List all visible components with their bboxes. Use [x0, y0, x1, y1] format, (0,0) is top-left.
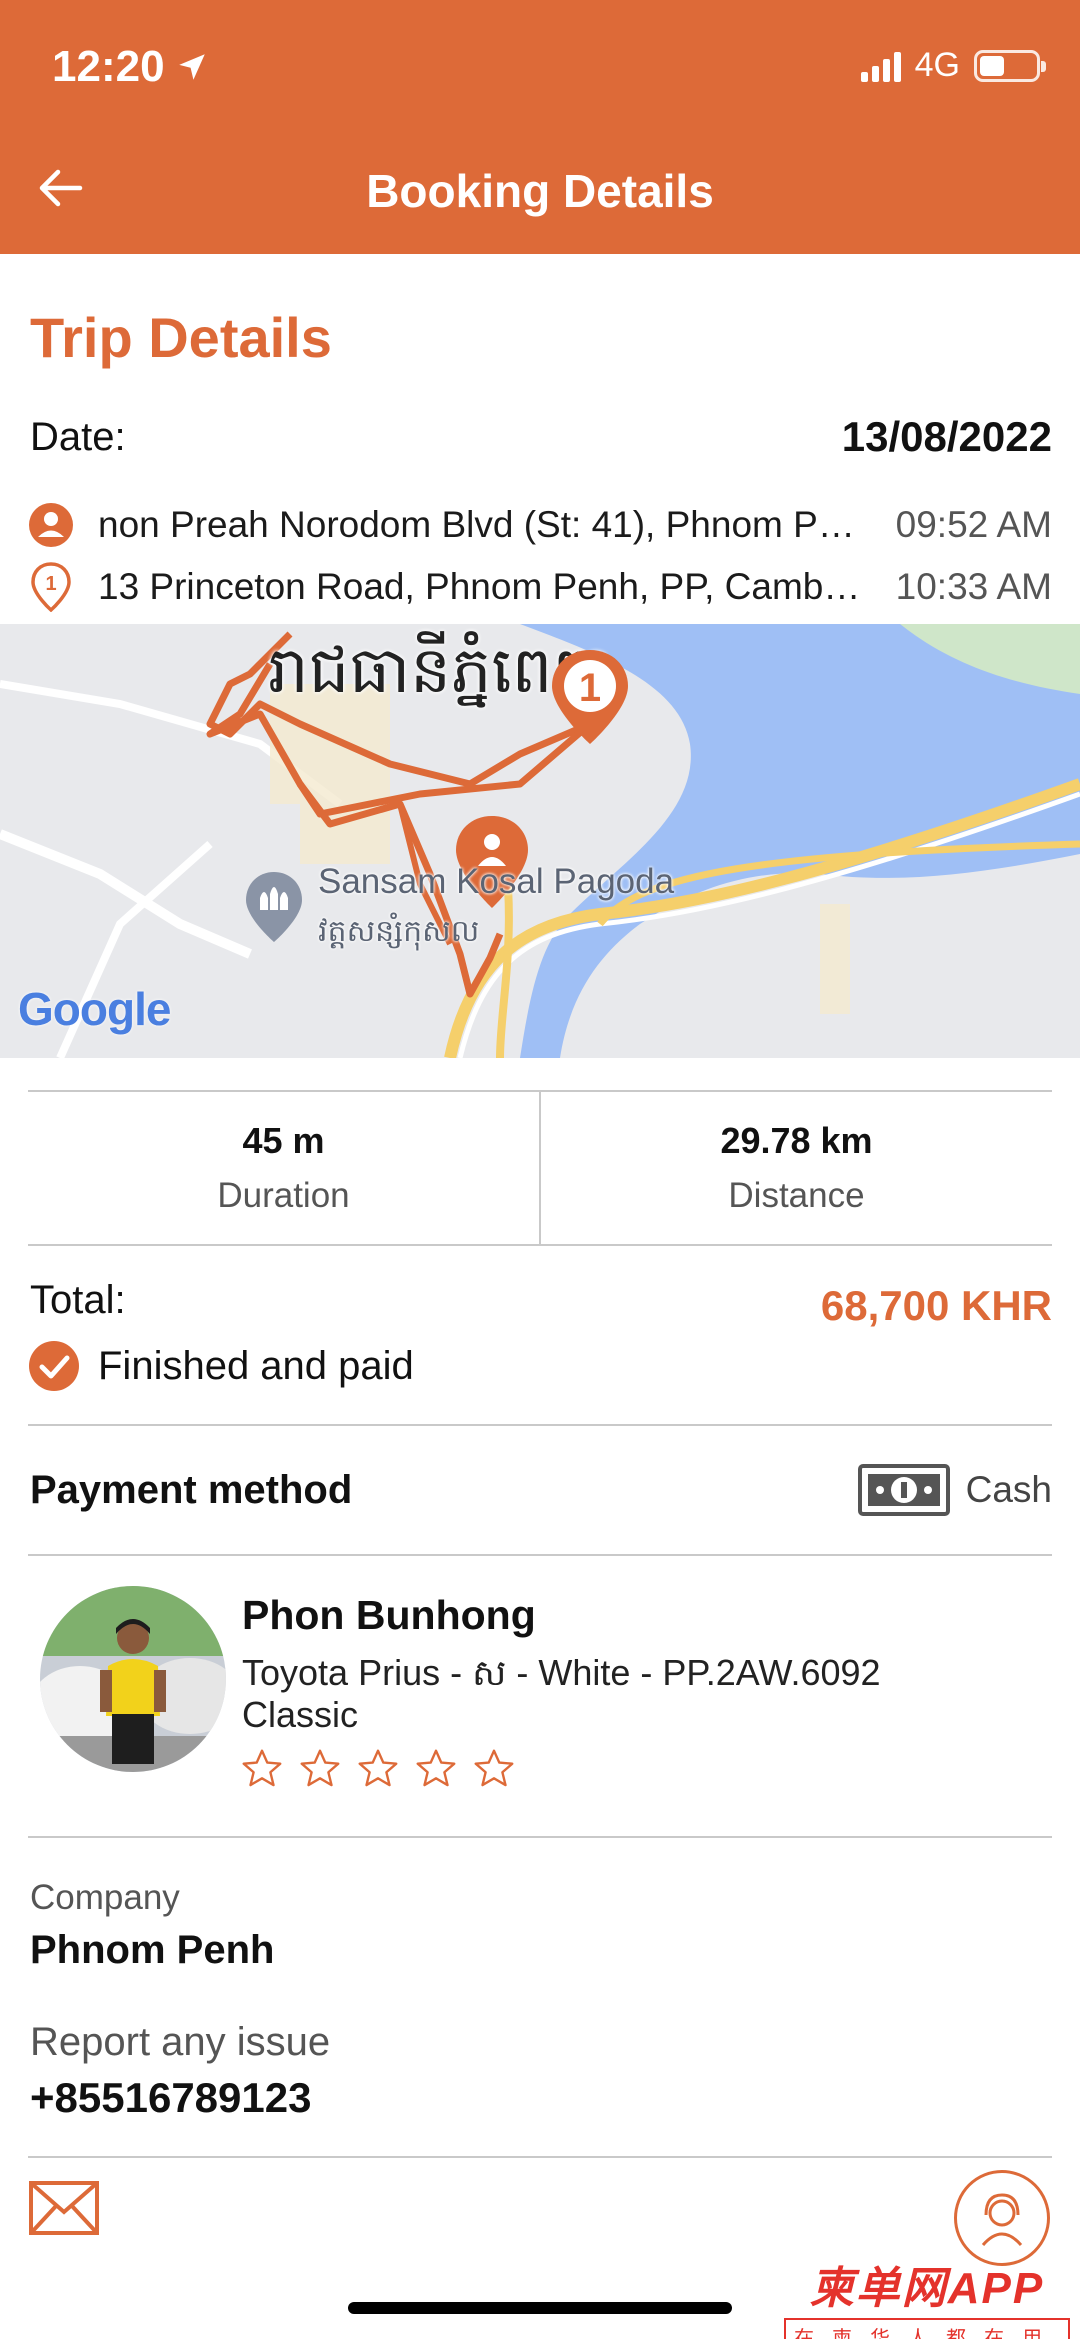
pickup-time: 09:52 AM [895, 504, 1052, 545]
payment-method-value: Cash [965, 1469, 1052, 1510]
dropoff-address: 13 Princeton Road, Phnom Penh, PP, Cambo… [98, 566, 866, 607]
watermark-sub: 在柬华人都在用 [784, 2318, 1070, 2339]
star-outline-icon[interactable] [414, 1748, 458, 1790]
total-label: Total: [30, 1278, 126, 1322]
pickup-row: non Preah Norodom Blvd (St: 41), Phnom P… [28, 497, 1052, 553]
distance-value: 29.78 km [720, 1120, 873, 1161]
rating-stars[interactable] [240, 1748, 516, 1790]
dropoff-map-marker-number: 1 [579, 666, 601, 710]
duration-label: Duration [217, 1176, 350, 1215]
duration-stat: 45 m Duration [28, 1092, 539, 1244]
support-agent-icon [981, 2193, 1023, 2247]
divider [28, 1424, 1052, 1426]
status-indicators: 4G [860, 46, 1046, 85]
trip-stats: 45 m Duration 29.78 km Distance [28, 1090, 1052, 1246]
dropoff-time: 10:33 AM [895, 566, 1052, 607]
numbered-pin-icon: 1 [28, 562, 74, 612]
report-issue-label: Report any issue [30, 2020, 331, 2064]
google-logo: Google [18, 982, 171, 1036]
star-outline-icon[interactable] [356, 1748, 400, 1790]
map-poi-label-khmer: វត្តសន្សំកុសល [318, 914, 480, 949]
watermark-logo: 柬单网APP 在柬华人都在用 [784, 2252, 1070, 2339]
driver-class: Classic [242, 1694, 359, 1735]
payment-method-title: Payment method [30, 1468, 353, 1512]
check-circle-icon [29, 1341, 79, 1391]
total-value: 68,700 KHR [820, 1282, 1052, 1329]
network-label: 4G [914, 46, 960, 84]
driver-name: Phon Bunhong [242, 1592, 536, 1638]
google-logo-text: Google [18, 983, 171, 1035]
signal-icon [860, 50, 901, 82]
star-outline-icon[interactable] [298, 1748, 342, 1790]
company-value: Phnom Penh [30, 1928, 275, 1972]
distance-stat: 29.78 km Distance [539, 1092, 1052, 1244]
distance-label: Distance [728, 1176, 865, 1215]
duration-value: 45 m [242, 1120, 325, 1161]
dropoff-map-marker[interactable]: 1 [550, 648, 630, 753]
mail-icon [29, 2181, 99, 2235]
svg-text:1: 1 [45, 573, 56, 595]
watermark-main: 柬单网APP [809, 2264, 1045, 2313]
driver-avatar [40, 1586, 226, 1772]
divider [28, 2156, 1052, 2158]
date-value: 13/08/2022 [841, 413, 1052, 460]
mail-button[interactable] [28, 2180, 100, 2241]
dropoff-row: 1 13 Princeton Road, Phnom Penh, PP, Cam… [28, 559, 1052, 615]
payment-status-text: Finished and paid [98, 1343, 414, 1388]
person-pin-icon [28, 502, 74, 548]
trip-details-title: Trip Details [30, 306, 332, 369]
pickup-address: non Preah Norodom Blvd (St: 41), Phnom P… [98, 504, 866, 545]
status-time-text: 12:20 [52, 42, 165, 91]
divider [28, 1554, 1052, 1556]
payment-method: Cash [857, 1464, 1052, 1516]
payment-status: Finished and paid [28, 1340, 414, 1392]
company-label: Company [30, 1878, 180, 1917]
cash-icon [857, 1464, 950, 1516]
star-outline-icon[interactable] [472, 1748, 516, 1790]
map-poi-label: Sansam Kosal Pagoda [318, 862, 675, 901]
pagoda-poi-icon [244, 870, 304, 949]
date-label: Date: [30, 415, 126, 459]
star-outline-icon[interactable] [240, 1748, 284, 1790]
location-arrow-icon [178, 54, 205, 80]
app-header: 12:20 4G Booking Details [0, 0, 1080, 254]
route-map[interactable]: រាជធានីភ្នំពេញ 1 Sansam Kosal Pagoda វត្… [0, 624, 1080, 1058]
home-indicator[interactable] [348, 2302, 732, 2314]
report-phone-link[interactable]: +85516789123 [30, 2074, 311, 2122]
divider [28, 1836, 1052, 1838]
page-title: Booking Details [366, 165, 714, 217]
battery-icon [974, 49, 1046, 82]
status-time: 12:20 [52, 42, 209, 92]
